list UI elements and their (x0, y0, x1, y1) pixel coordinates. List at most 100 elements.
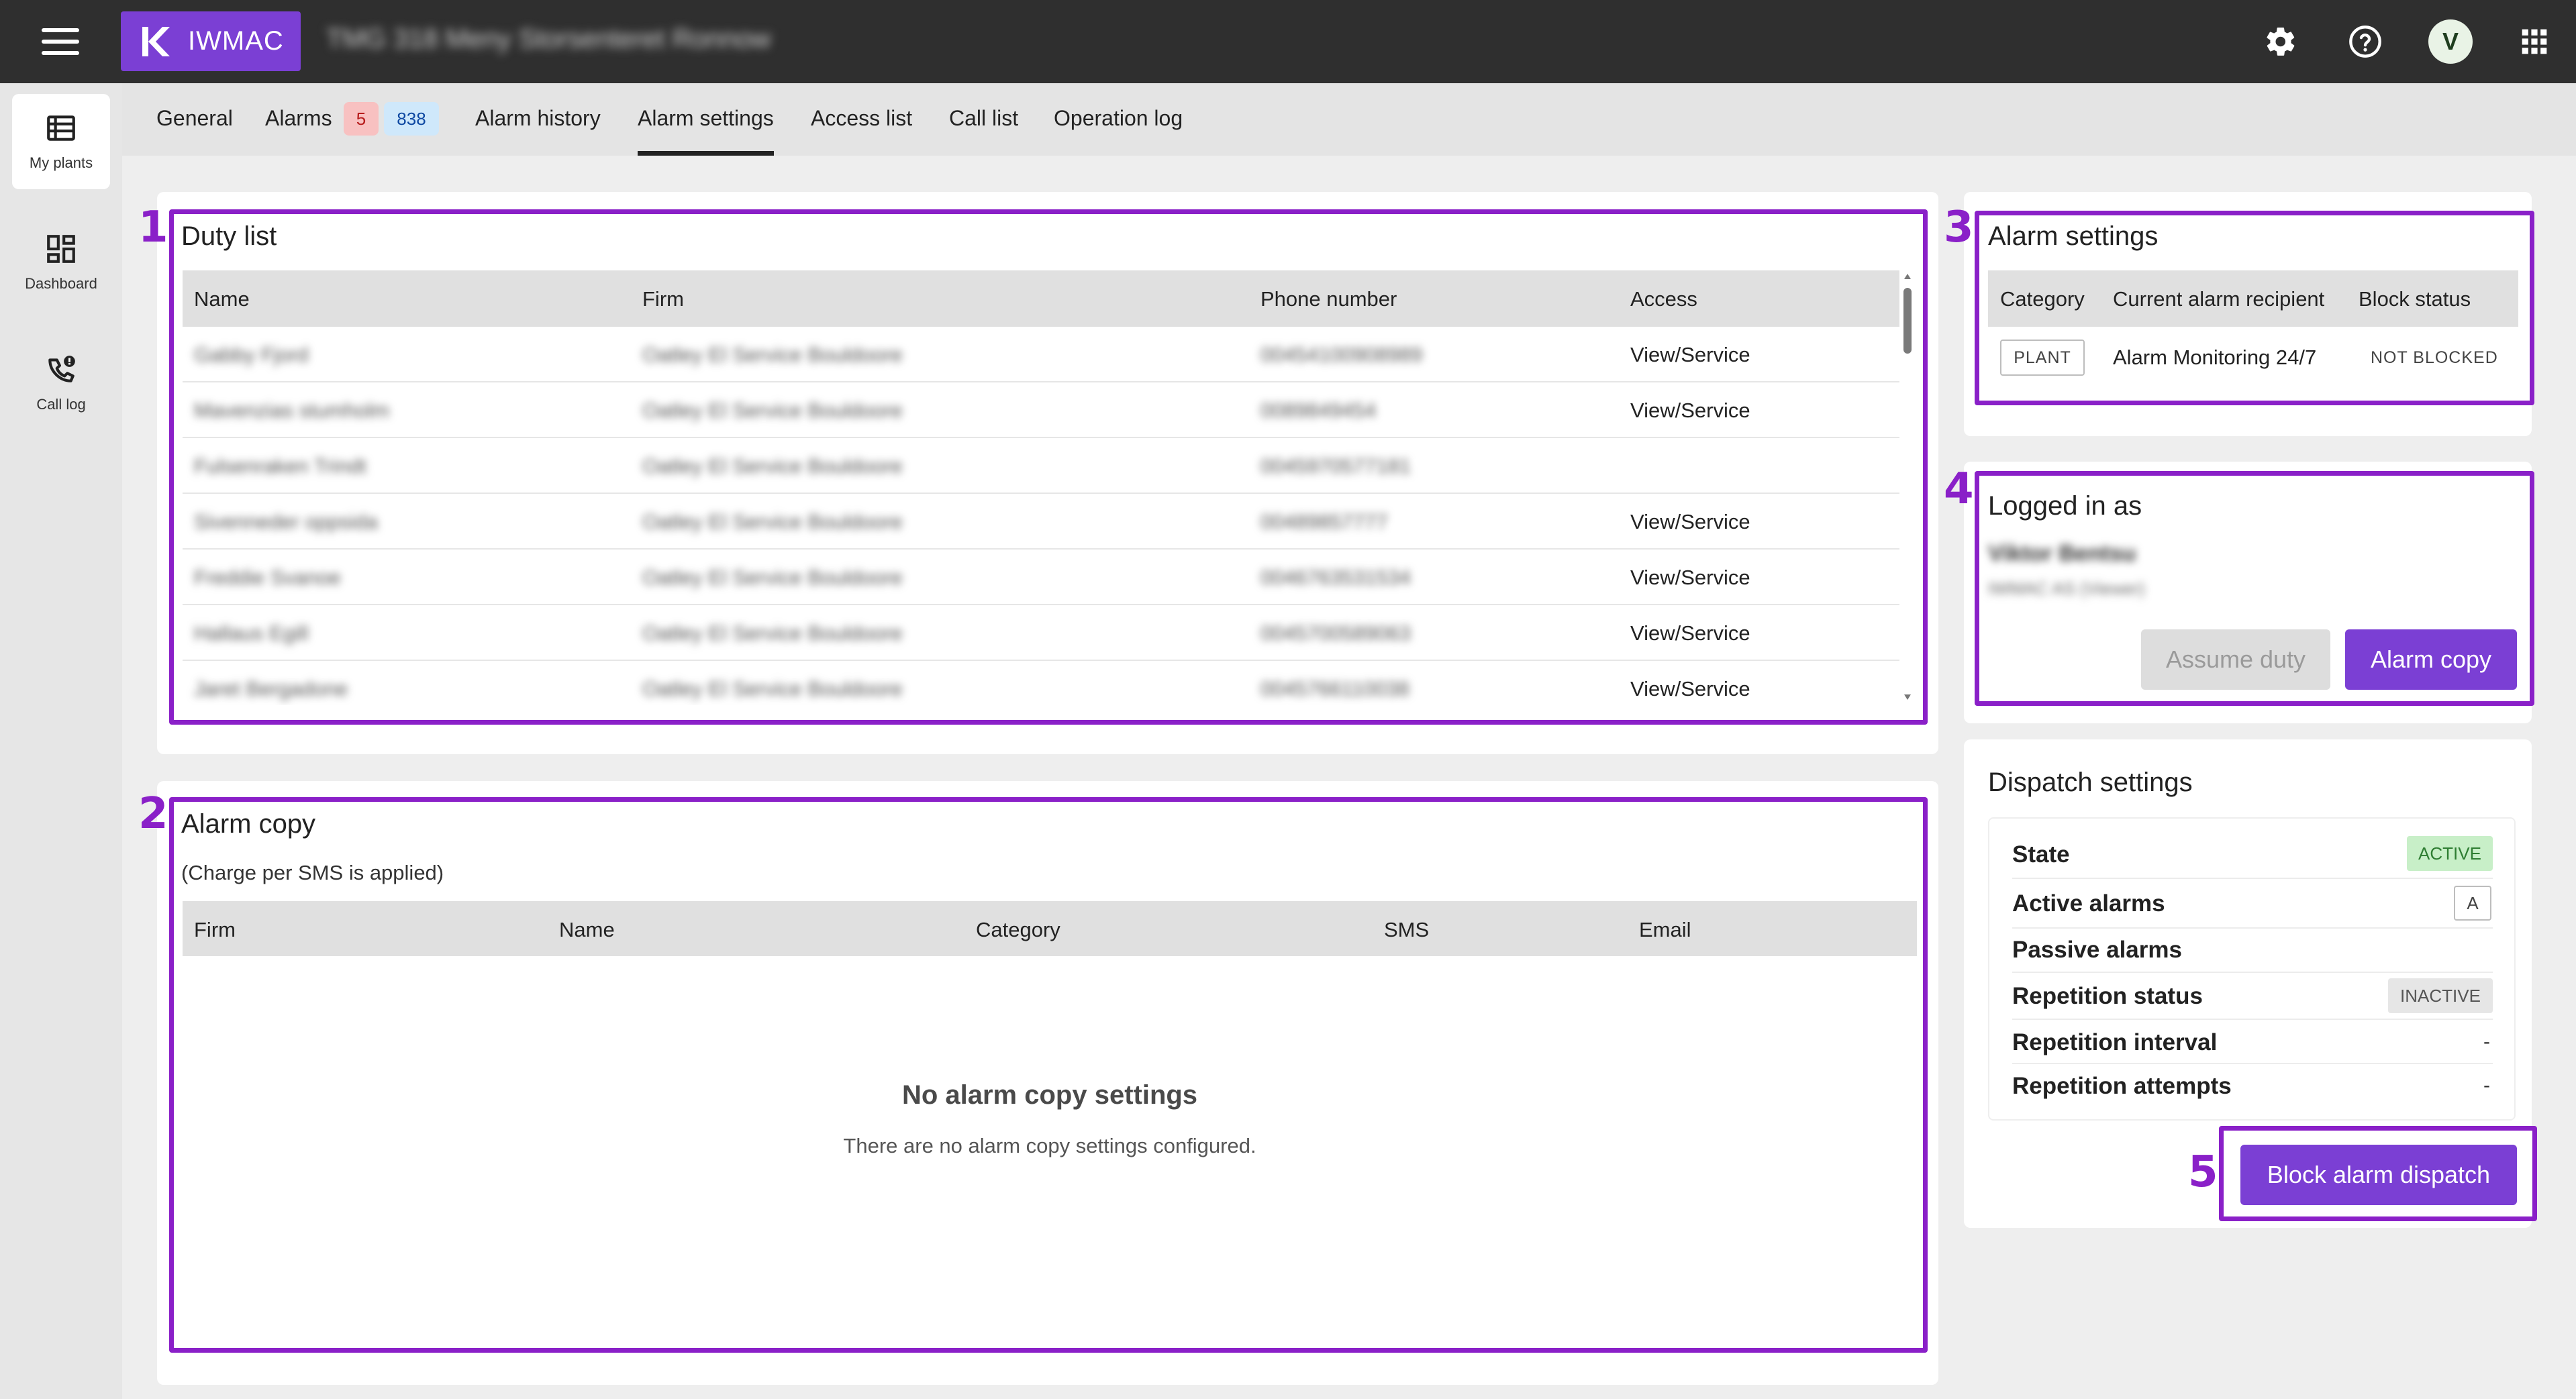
repetition-attempts-value: - (2483, 1074, 2490, 1096)
table-row[interactable]: Jaret Bergadone Oatley El Service Bouldo… (183, 661, 1899, 705)
dispatch-label-repetition-attempts: Repetition attempts (2012, 1073, 2232, 1099)
duty-firm: Oatley El Service Bouldoore (642, 510, 903, 533)
duty-phone: 0089849454 (1260, 399, 1377, 422)
column-header-firm[interactable]: Firm (194, 918, 236, 942)
table-row[interactable]: Sivenneder oppsida Oatley El Service Bou… (183, 494, 1899, 550)
help-icon[interactable] (2345, 21, 2385, 62)
tab-bar: General Alarms Alarm history Alarm setti… (122, 83, 2576, 156)
block-status: NOT BLOCKED (2371, 348, 2498, 367)
duty-phone: 00454100908989 (1260, 343, 1423, 366)
column-header-sms[interactable]: SMS (1384, 918, 1429, 942)
column-header-phone[interactable]: Phone number (1260, 287, 1397, 311)
duty-firm: Oatley El Service Bouldoore (642, 399, 903, 422)
brand-name: IWMAC (188, 26, 284, 56)
logged-in-title: Logged in as (1988, 491, 2142, 521)
column-header-recipient[interactable]: Current alarm recipient (2113, 287, 2324, 311)
avatar[interactable]: V (2428, 19, 2473, 64)
sidebar-item-dashboard[interactable]: Dashboard (12, 215, 110, 310)
duty-access: View/Service (1630, 343, 1750, 366)
duty-phone: 0045700589063 (1260, 621, 1411, 645)
scroll-up-arrow-icon[interactable] (1904, 274, 1911, 279)
plants-list-icon (47, 115, 75, 141)
column-header-category[interactable]: Category (976, 918, 1060, 942)
duty-list-header: Name Firm Phone number Access (183, 270, 1899, 327)
sidebar-item-label: Dashboard (25, 275, 97, 292)
repetition-status-badge: INACTIVE (2388, 978, 2493, 1013)
duty-name: Jaret Bergadone (194, 677, 348, 701)
divider (2012, 1063, 2493, 1064)
sidebar-item-call-log[interactable]: Call log (12, 335, 110, 431)
duty-firm: Oatley El Service Bouldoore (642, 566, 903, 589)
column-header-name[interactable]: Name (194, 287, 250, 311)
duty-list-scrollbar[interactable] (1901, 270, 1914, 705)
apps-grid-icon[interactable] (2514, 21, 2555, 62)
phone-alert-icon (48, 356, 75, 382)
active-tab-indicator (638, 151, 774, 156)
alarm-count-badge[interactable]: 838 (384, 102, 439, 136)
alarm-recipient: Alarm Monitoring 24/7 (2113, 346, 2317, 369)
table-row[interactable]: Freddie Svanoe Oatley El Service Bouldoo… (183, 550, 1899, 605)
duty-access: View/Service (1630, 399, 1750, 422)
dashboard-icon (47, 235, 75, 263)
empty-state-title: No alarm copy settings (901, 1080, 1198, 1110)
annotation-number: 2 (138, 789, 168, 839)
brand-logo[interactable]: IWMAC (121, 11, 301, 71)
duty-list-title: Duty list (181, 221, 277, 251)
tab-alarm-settings[interactable]: Alarm settings (638, 106, 774, 131)
duty-phone: 0046763531534 (1260, 566, 1411, 589)
assume-duty-button[interactable]: Assume duty (2141, 629, 2330, 690)
table-row[interactable]: Gabby Fjord Oatley El Service Bouldoore … (183, 327, 1899, 382)
tab-access-list[interactable]: Access list (811, 106, 912, 131)
divider (2012, 927, 2493, 929)
gear-icon[interactable] (2261, 21, 2301, 62)
active-alarms-chip: A (2454, 886, 2491, 921)
divider (2012, 1019, 2493, 1020)
scrollbar-thumb[interactable] (1903, 288, 1912, 354)
iwmac-k-icon (142, 26, 170, 56)
column-header-access[interactable]: Access (1630, 287, 1697, 311)
duty-firm: Oatley El Service Bouldoore (642, 677, 903, 701)
table-row[interactable]: Mavenzias stumholm Oatley El Service Bou… (183, 382, 1899, 438)
sidebar-item-label: My plants (29, 154, 93, 171)
active-alarms-badge[interactable]: 5 (344, 102, 379, 136)
duty-name: Fulsenraken Trindt (194, 454, 366, 478)
alarm-copy-button[interactable]: Alarm copy (2345, 629, 2517, 690)
sidebar-item-label: Call log (36, 396, 86, 413)
column-header-name[interactable]: Name (559, 918, 615, 942)
tab-operation-log[interactable]: Operation log (1054, 106, 1183, 131)
dispatch-label-passive-alarms: Passive alarms (2012, 937, 2182, 963)
logged-in-user-name: Viktor Bentsu (1988, 541, 2136, 566)
column-header-category[interactable]: Category (2000, 287, 2085, 311)
table-row[interactable]: Hallaus Egill Oatley El Service Bouldoor… (183, 605, 1899, 661)
column-header-block-status[interactable]: Block status (2359, 287, 2471, 311)
menu-icon[interactable] (42, 28, 79, 55)
block-alarm-dispatch-button[interactable]: Block alarm dispatch (2240, 1145, 2517, 1205)
table-row[interactable]: Fulsenraken Trindt Oatley El Service Bou… (183, 438, 1899, 494)
sidebar-item-my-plants[interactable]: My plants (12, 94, 110, 189)
logged-in-user-detail: IWMAC AS (Viewer) (1988, 578, 2145, 599)
category-chip: PLANT (2000, 340, 2085, 376)
dispatch-settings-title: Dispatch settings (1988, 768, 2193, 797)
duty-name: Gabby Fjord (194, 343, 309, 366)
dispatch-label-state: State (2012, 841, 2070, 868)
duty-name: Mavenzias stumholm (194, 399, 390, 422)
repetition-interval-value: - (2483, 1031, 2490, 1053)
duty-firm: Oatley El Service Bouldoore (642, 343, 903, 366)
annotation-number: 3 (1944, 203, 1974, 252)
tab-general[interactable]: General (156, 106, 233, 131)
duty-name: Freddie Svanoe (194, 566, 341, 589)
top-bar: IWMAC TMG 318 Meny Storsenteret Ronnow V (0, 0, 2576, 83)
annotation-number: 1 (138, 203, 168, 252)
tab-alarm-history[interactable]: Alarm history (475, 106, 601, 131)
annotation-number: 5 (2188, 1147, 2218, 1197)
empty-state-text: There are no alarm copy settings configu… (843, 1134, 1256, 1157)
duty-name: Sivenneder oppsida (194, 510, 379, 533)
scroll-down-arrow-icon[interactable] (1904, 694, 1911, 700)
tab-call-list[interactable]: Call list (949, 106, 1018, 131)
divider (2012, 972, 2493, 973)
dispatch-label-repetition-status: Repetition status (2012, 983, 2203, 1009)
divider (2012, 878, 2493, 879)
column-header-email[interactable]: Email (1639, 918, 1691, 942)
tab-alarms[interactable]: Alarms (265, 106, 332, 131)
column-header-firm[interactable]: Firm (642, 287, 684, 311)
